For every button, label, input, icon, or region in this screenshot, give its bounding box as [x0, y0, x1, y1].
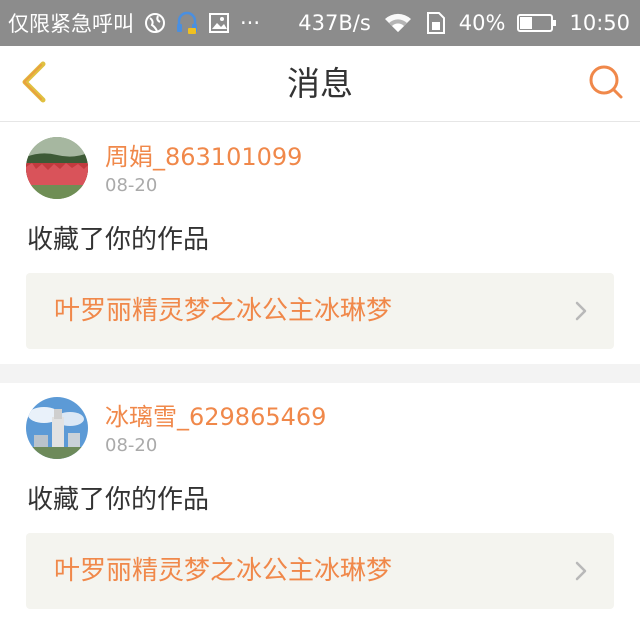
message-date: 08-20 — [105, 175, 158, 196]
work-link[interactable]: 叶罗丽精灵梦之冰公主冰琳梦 — [26, 533, 614, 609]
battery-icon — [517, 12, 557, 34]
avatar[interactable] — [26, 137, 88, 199]
status-left: 仅限紧急呼叫 ··· — [8, 8, 260, 38]
card-separator — [0, 364, 640, 383]
globe-icon — [144, 12, 166, 34]
sim-icon — [425, 11, 447, 35]
nav-bar: 消息 — [0, 46, 640, 122]
search-icon — [587, 63, 625, 105]
network-speed: 437B/s — [298, 11, 371, 35]
message-date: 08-20 — [105, 435, 158, 456]
clock: 10:50 — [569, 11, 630, 35]
work-title: 叶罗丽精灵梦之冰公主冰琳梦 — [54, 296, 393, 326]
more-indicator: ··· — [240, 11, 261, 35]
work-title: 叶罗丽精灵梦之冰公主冰琳梦 — [54, 556, 393, 586]
carrier-text: 仅限紧急呼叫 — [8, 12, 134, 36]
status-bar: 仅限紧急呼叫 ··· 437B/s 40% 10:50 — [0, 0, 640, 46]
status-right: 437B/s 40% 10:50 — [298, 11, 630, 35]
page-title: 消息 — [287, 64, 353, 103]
message-card: 周娟_863101099 08-20 收藏了你的作品 叶罗丽精灵梦之冰公主冰琳梦 — [0, 123, 640, 364]
action-text: 收藏了你的作品 — [27, 485, 210, 515]
work-link[interactable]: 叶罗丽精灵梦之冰公主冰琳梦 — [26, 273, 614, 349]
avatar[interactable] — [26, 397, 88, 459]
headset-icon — [176, 11, 198, 35]
chevron-right-icon — [574, 300, 588, 322]
chevron-right-icon — [574, 560, 588, 582]
wifi-icon — [383, 12, 413, 34]
username[interactable]: 周娟_863101099 — [105, 137, 302, 172]
action-text: 收藏了你的作品 — [27, 225, 210, 255]
battery-percent: 40% — [458, 11, 506, 35]
message-card: 冰璃雪_629865469 08-20 收藏了你的作品 叶罗丽精灵梦之冰公主冰琳… — [0, 383, 640, 624]
username[interactable]: 冰璃雪_629865469 — [105, 397, 326, 432]
search-button[interactable] — [586, 64, 626, 104]
image-icon — [208, 12, 230, 34]
